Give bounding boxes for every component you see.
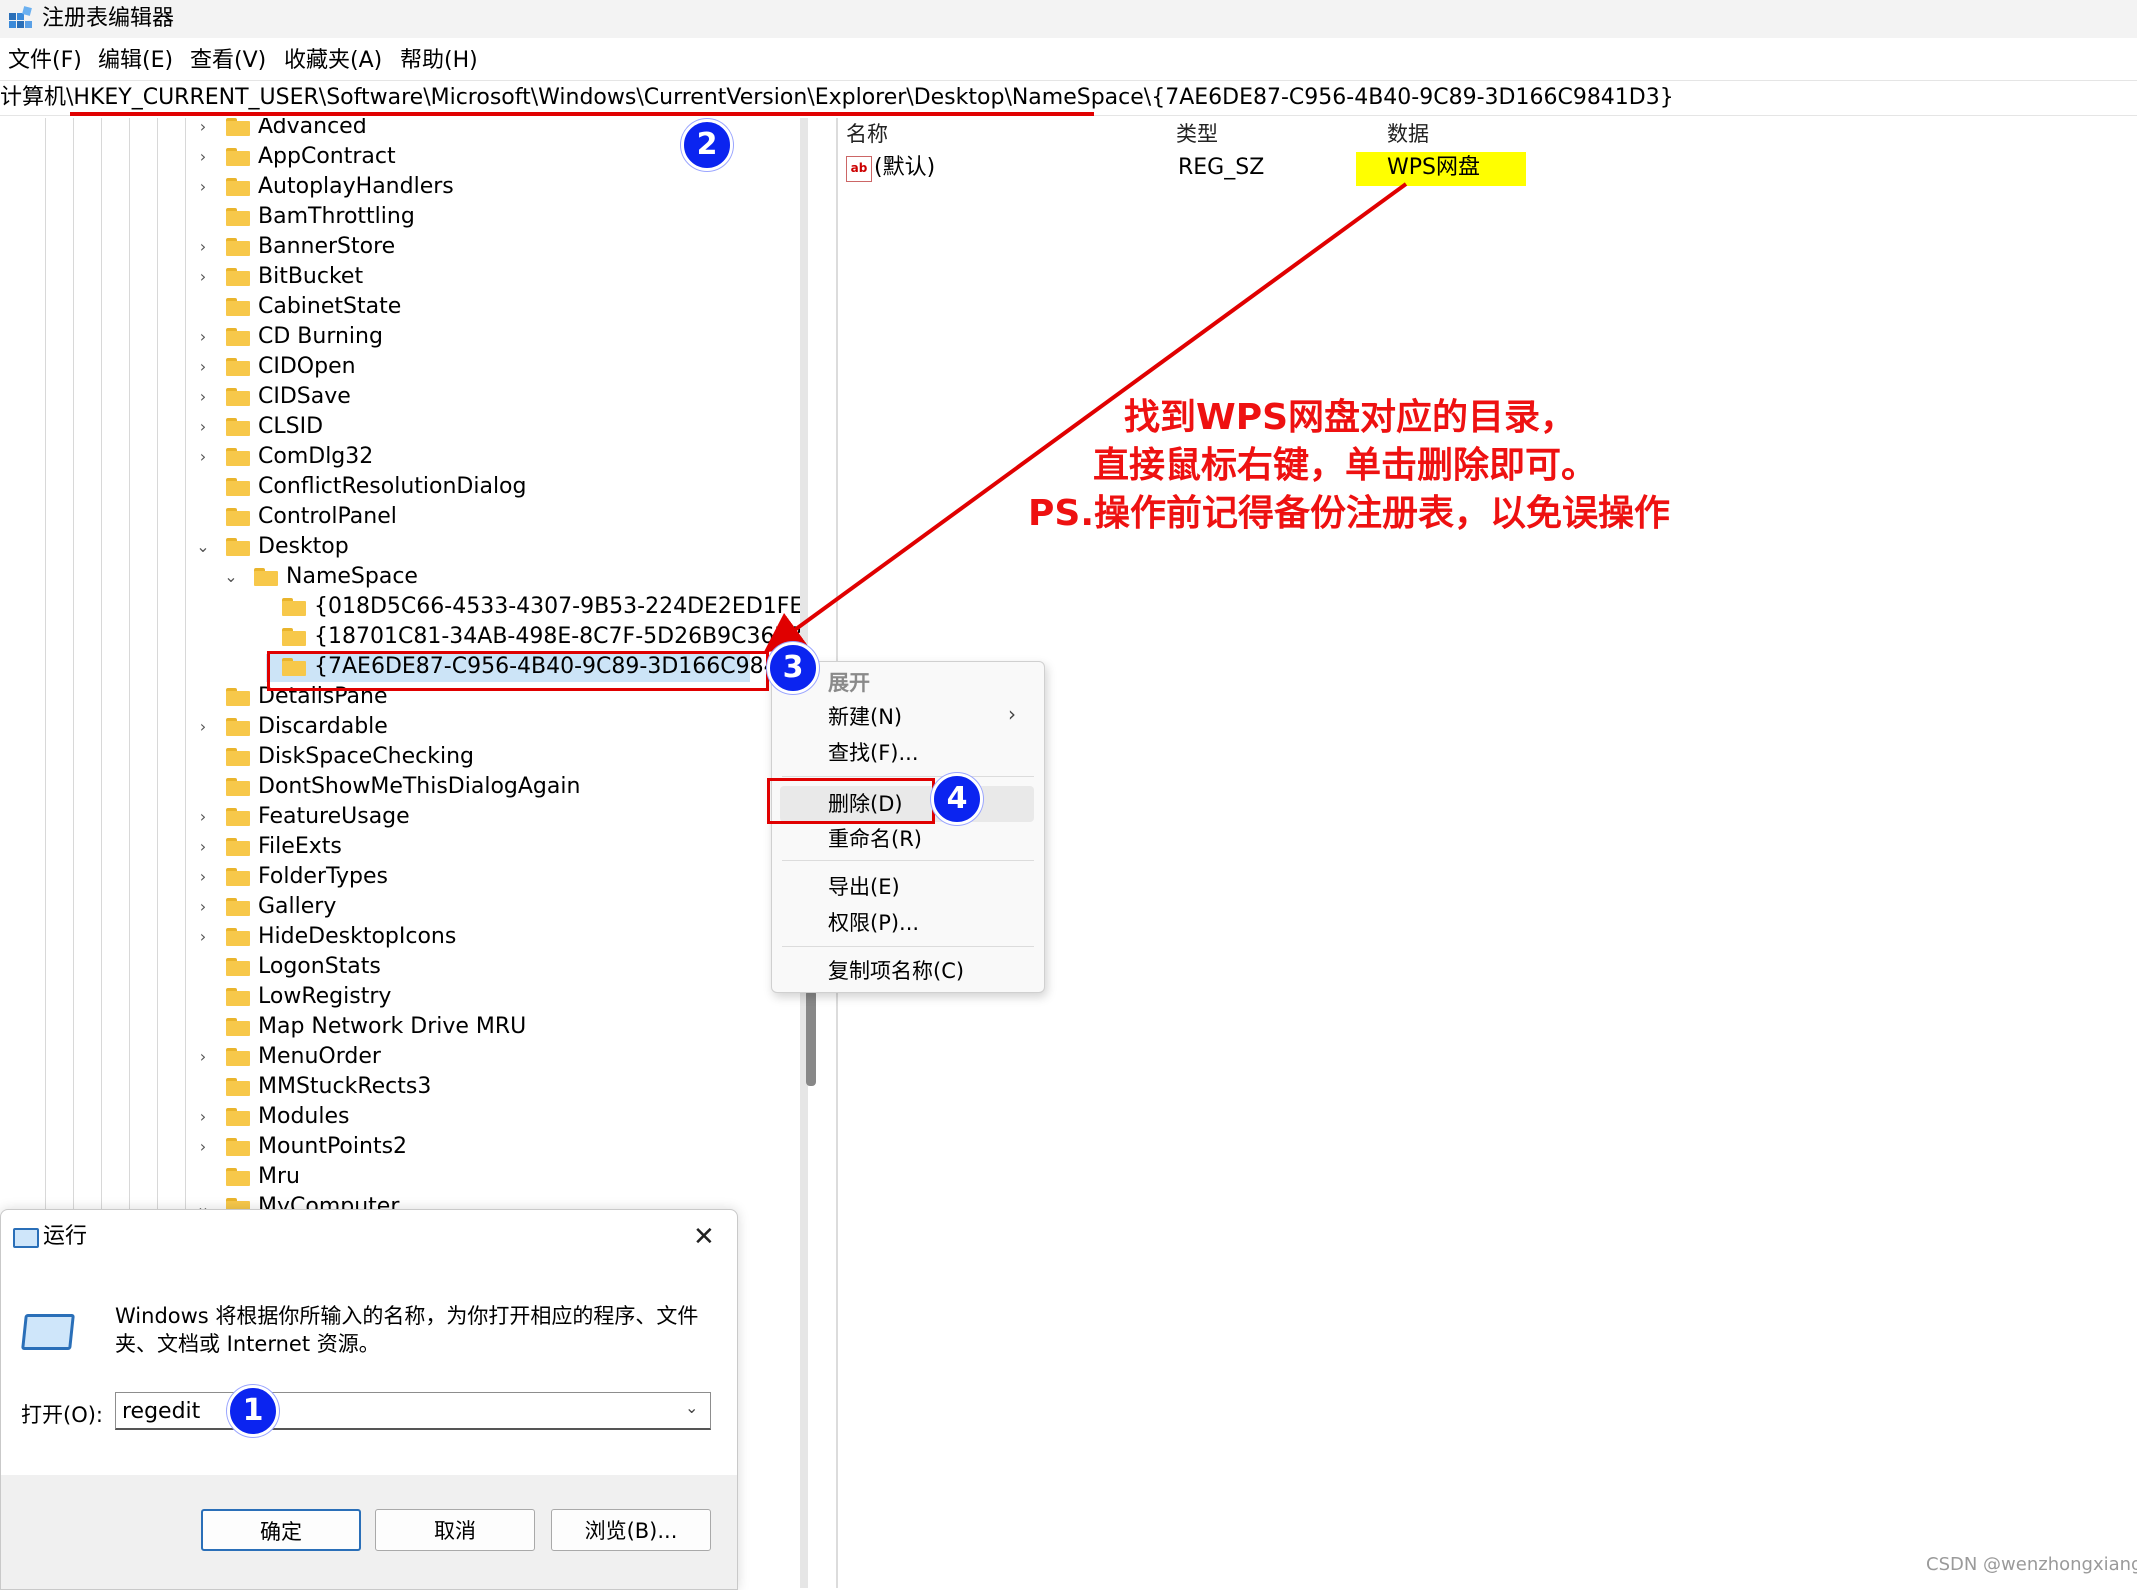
ctx-separator xyxy=(782,946,1034,947)
step-badge-3: 3 xyxy=(767,642,819,694)
ctx-export[interactable]: 导出(E) xyxy=(828,872,900,902)
context-menu: 展开 新建(N) › 查找(F)... 删除(D) 重命名(R) 导出(E) 权… xyxy=(771,661,1045,993)
cancel-button[interactable]: 取消 xyxy=(375,1509,535,1551)
run-command-input[interactable]: regedit xyxy=(115,1392,711,1430)
ctx-rename[interactable]: 重命名(R) xyxy=(828,824,922,854)
selected-key-red-box xyxy=(267,651,769,691)
ctx-expand[interactable]: 展开 xyxy=(828,668,870,698)
ok-button[interactable]: 确定 xyxy=(201,1509,361,1551)
run-icon xyxy=(13,1228,39,1248)
run-description-line-2: 夹、文档或 Internet 资源。 xyxy=(115,1332,380,1356)
run-program-icon xyxy=(21,1314,75,1350)
step-badge-1: 1 xyxy=(227,1385,279,1437)
ctx-permissions[interactable]: 权限(P)... xyxy=(828,908,919,938)
run-description-line-1: Windows 将根据你所输入的名称，为你打开相应的程序、文件 xyxy=(115,1304,699,1328)
run-open-label: 打开(O): xyxy=(21,1403,103,1427)
submenu-chevron-icon: › xyxy=(1008,702,1016,726)
ctx-separator xyxy=(782,776,1034,777)
ctx-find[interactable]: 查找(F)... xyxy=(828,738,919,768)
watermark: CSDN @wenzhongxiang xyxy=(1926,1554,2137,1575)
ctx-new[interactable]: 新建(N) xyxy=(828,702,902,732)
step-badge-2: 2 xyxy=(681,119,733,171)
browse-button[interactable]: 浏览(B)... xyxy=(551,1509,711,1551)
chevron-down-icon[interactable]: ⌄ xyxy=(685,1398,698,1417)
step-badge-4: 4 xyxy=(931,773,983,825)
close-icon[interactable]: ✕ xyxy=(693,1222,715,1252)
ctx-copy-key-name[interactable]: 复制项名称(C) xyxy=(828,956,964,986)
run-dialog: 运行 ✕ Windows 将根据你所输入的名称，为你打开相应的程序、文件 夹、文… xyxy=(0,1209,738,1590)
ctx-separator xyxy=(782,860,1034,861)
delete-red-box xyxy=(767,778,935,824)
run-dialog-title: 运行 xyxy=(43,1224,88,1249)
